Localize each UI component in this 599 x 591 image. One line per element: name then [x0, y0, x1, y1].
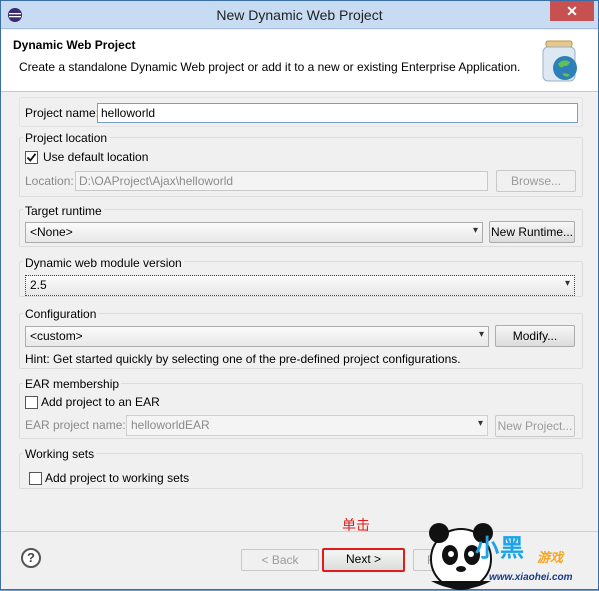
title-bar: New Dynamic Web Project ✕ [1, 1, 598, 29]
working-sets-title: Working sets [23, 447, 97, 461]
chevron-down-icon: ▾ [477, 418, 483, 429]
add-to-ear-label: Add project to an EAR [41, 395, 160, 409]
watermark-brand: 小黑 [475, 535, 525, 562]
configuration-value: <custom> [30, 329, 83, 343]
wizard-description: Create a standalone Dynamic Web project … [19, 60, 521, 74]
wizard-title: Dynamic Web Project [13, 38, 136, 52]
new-ear-project-button[interactable]: New Project... [495, 415, 575, 437]
web-project-jar-icon [542, 40, 577, 82]
project-name-label: Project name: [25, 106, 100, 120]
target-runtime-select[interactable]: <None> ▾ [25, 222, 483, 243]
use-default-location-label: Use default location [43, 150, 149, 164]
ear-membership-title: EAR membership [23, 377, 122, 391]
new-runtime-button[interactable]: New Runtime... [489, 221, 575, 243]
location-label: Location: [25, 174, 74, 188]
module-version-value: 2.5 [30, 278, 47, 292]
window-title: New Dynamic Web Project [216, 7, 383, 23]
chevron-down-icon: ▾ [472, 225, 478, 236]
browse-button[interactable]: Browse... [496, 170, 576, 192]
use-default-location-checkbox[interactable] [25, 151, 38, 164]
wizard-content: Project name: helloworld Project locatio… [1, 93, 598, 523]
configuration-select[interactable]: <custom> ▾ [25, 326, 489, 347]
target-runtime-value: <None> [30, 225, 73, 239]
back-button[interactable]: < Back [241, 549, 319, 571]
checkmark-icon [26, 153, 37, 162]
add-to-working-sets-checkbox[interactable] [29, 472, 42, 485]
module-version-title: Dynamic web module version [23, 256, 184, 270]
next-button[interactable]: Next > [322, 548, 405, 572]
location-input[interactable]: D:\OAProject\Ajax\helloworld [75, 171, 488, 191]
add-to-working-sets-label: Add project to working sets [45, 471, 190, 485]
project-location-title: Project location [23, 131, 110, 145]
target-runtime-title: Target runtime [23, 204, 104, 218]
ear-project-name-value: helloworldEAR [131, 418, 210, 432]
ear-project-name-select[interactable]: helloworldEAR ▾ [126, 415, 488, 436]
configuration-title: Configuration [23, 307, 99, 321]
watermark-url: www.xiaohei.com [489, 572, 573, 583]
configuration-hint: Hint: Get started quickly by selecting o… [25, 352, 461, 366]
watermark-brand-secondary: 游戏 [537, 550, 564, 565]
add-to-ear-checkbox[interactable] [25, 396, 38, 409]
click-annotation: 单击 [342, 517, 370, 533]
chevron-down-icon: ▾ [564, 278, 570, 289]
chevron-down-icon: ▾ [478, 329, 484, 340]
help-icon[interactable]: ? [21, 548, 41, 568]
project-name-input[interactable]: helloworld [97, 103, 578, 123]
dialog-window: New Dynamic Web Project ✕ Dynamic Web Pr… [0, 0, 599, 590]
modify-button[interactable]: Modify... [495, 325, 575, 347]
wizard-header: Dynamic Web Project Create a standalone … [1, 30, 598, 92]
module-version-select[interactable]: 2.5 ▾ [25, 275, 575, 296]
ear-project-name-label: EAR project name: [25, 418, 126, 432]
close-button[interactable]: ✕ [550, 1, 594, 21]
